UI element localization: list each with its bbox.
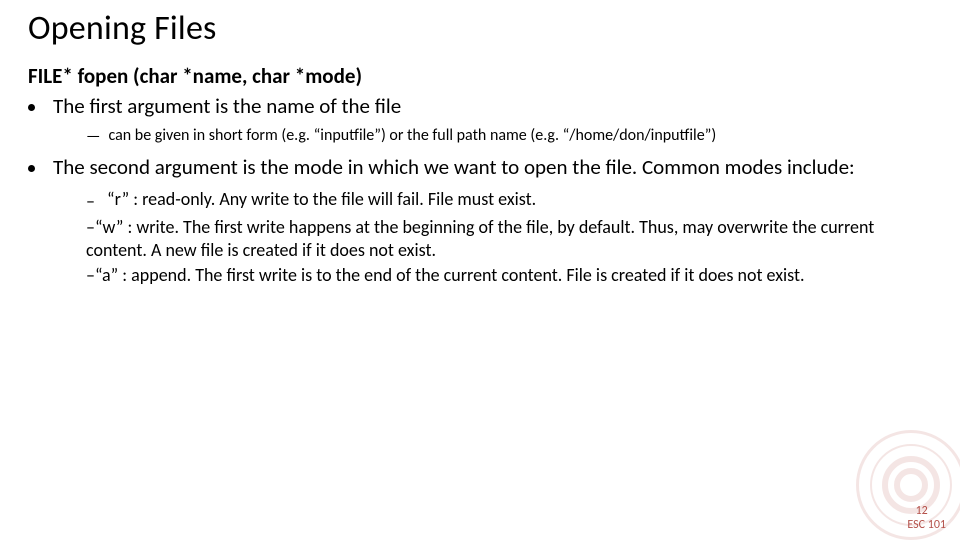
sub-item: — can be given in short form (e.g. “inpu… [86, 125, 932, 148]
sub-list: — can be given in short form (e.g. “inpu… [86, 125, 932, 148]
course-code: ESC 101 [907, 518, 946, 532]
fopen-signature: FILE* fopen (char *name, char *mode) [28, 63, 932, 89]
dash-icon: — [86, 127, 100, 148]
sub-text: –“w” : write. The first write happens at… [86, 216, 874, 261]
bullet-icon [28, 165, 35, 172]
bullet-text: The first argument is the name of the fi… [53, 93, 401, 119]
sub-text: –“a” : append. The first write is to the… [86, 264, 805, 286]
bullet-icon [28, 104, 35, 111]
sub-text: “r” : read-only. Any write to the file w… [107, 188, 536, 211]
sub-item: –“w” : write. The first write happens at… [86, 216, 932, 263]
bullet-item: The first argument is the name of the fi… [28, 93, 932, 119]
sub-item: –“a” : append. The first write is to the… [86, 264, 932, 287]
bullet-text: The second argument is the mode in which… [53, 154, 855, 180]
bullet-item: The second argument is the mode in which… [28, 154, 932, 180]
footer: 12 ESC 101 [907, 504, 946, 532]
sub-list: – “r” : read-only. Any write to the file… [86, 188, 932, 288]
slide: Opening Files FILE* fopen (char *name, c… [0, 0, 960, 288]
sub-item: – “r” : read-only. Any write to the file… [86, 188, 932, 213]
dash-icon: – [86, 190, 99, 213]
page-number: 12 [907, 504, 946, 518]
sub-text: can be given in short form (e.g. “inputf… [108, 125, 716, 147]
slide-title: Opening Files [28, 8, 932, 49]
